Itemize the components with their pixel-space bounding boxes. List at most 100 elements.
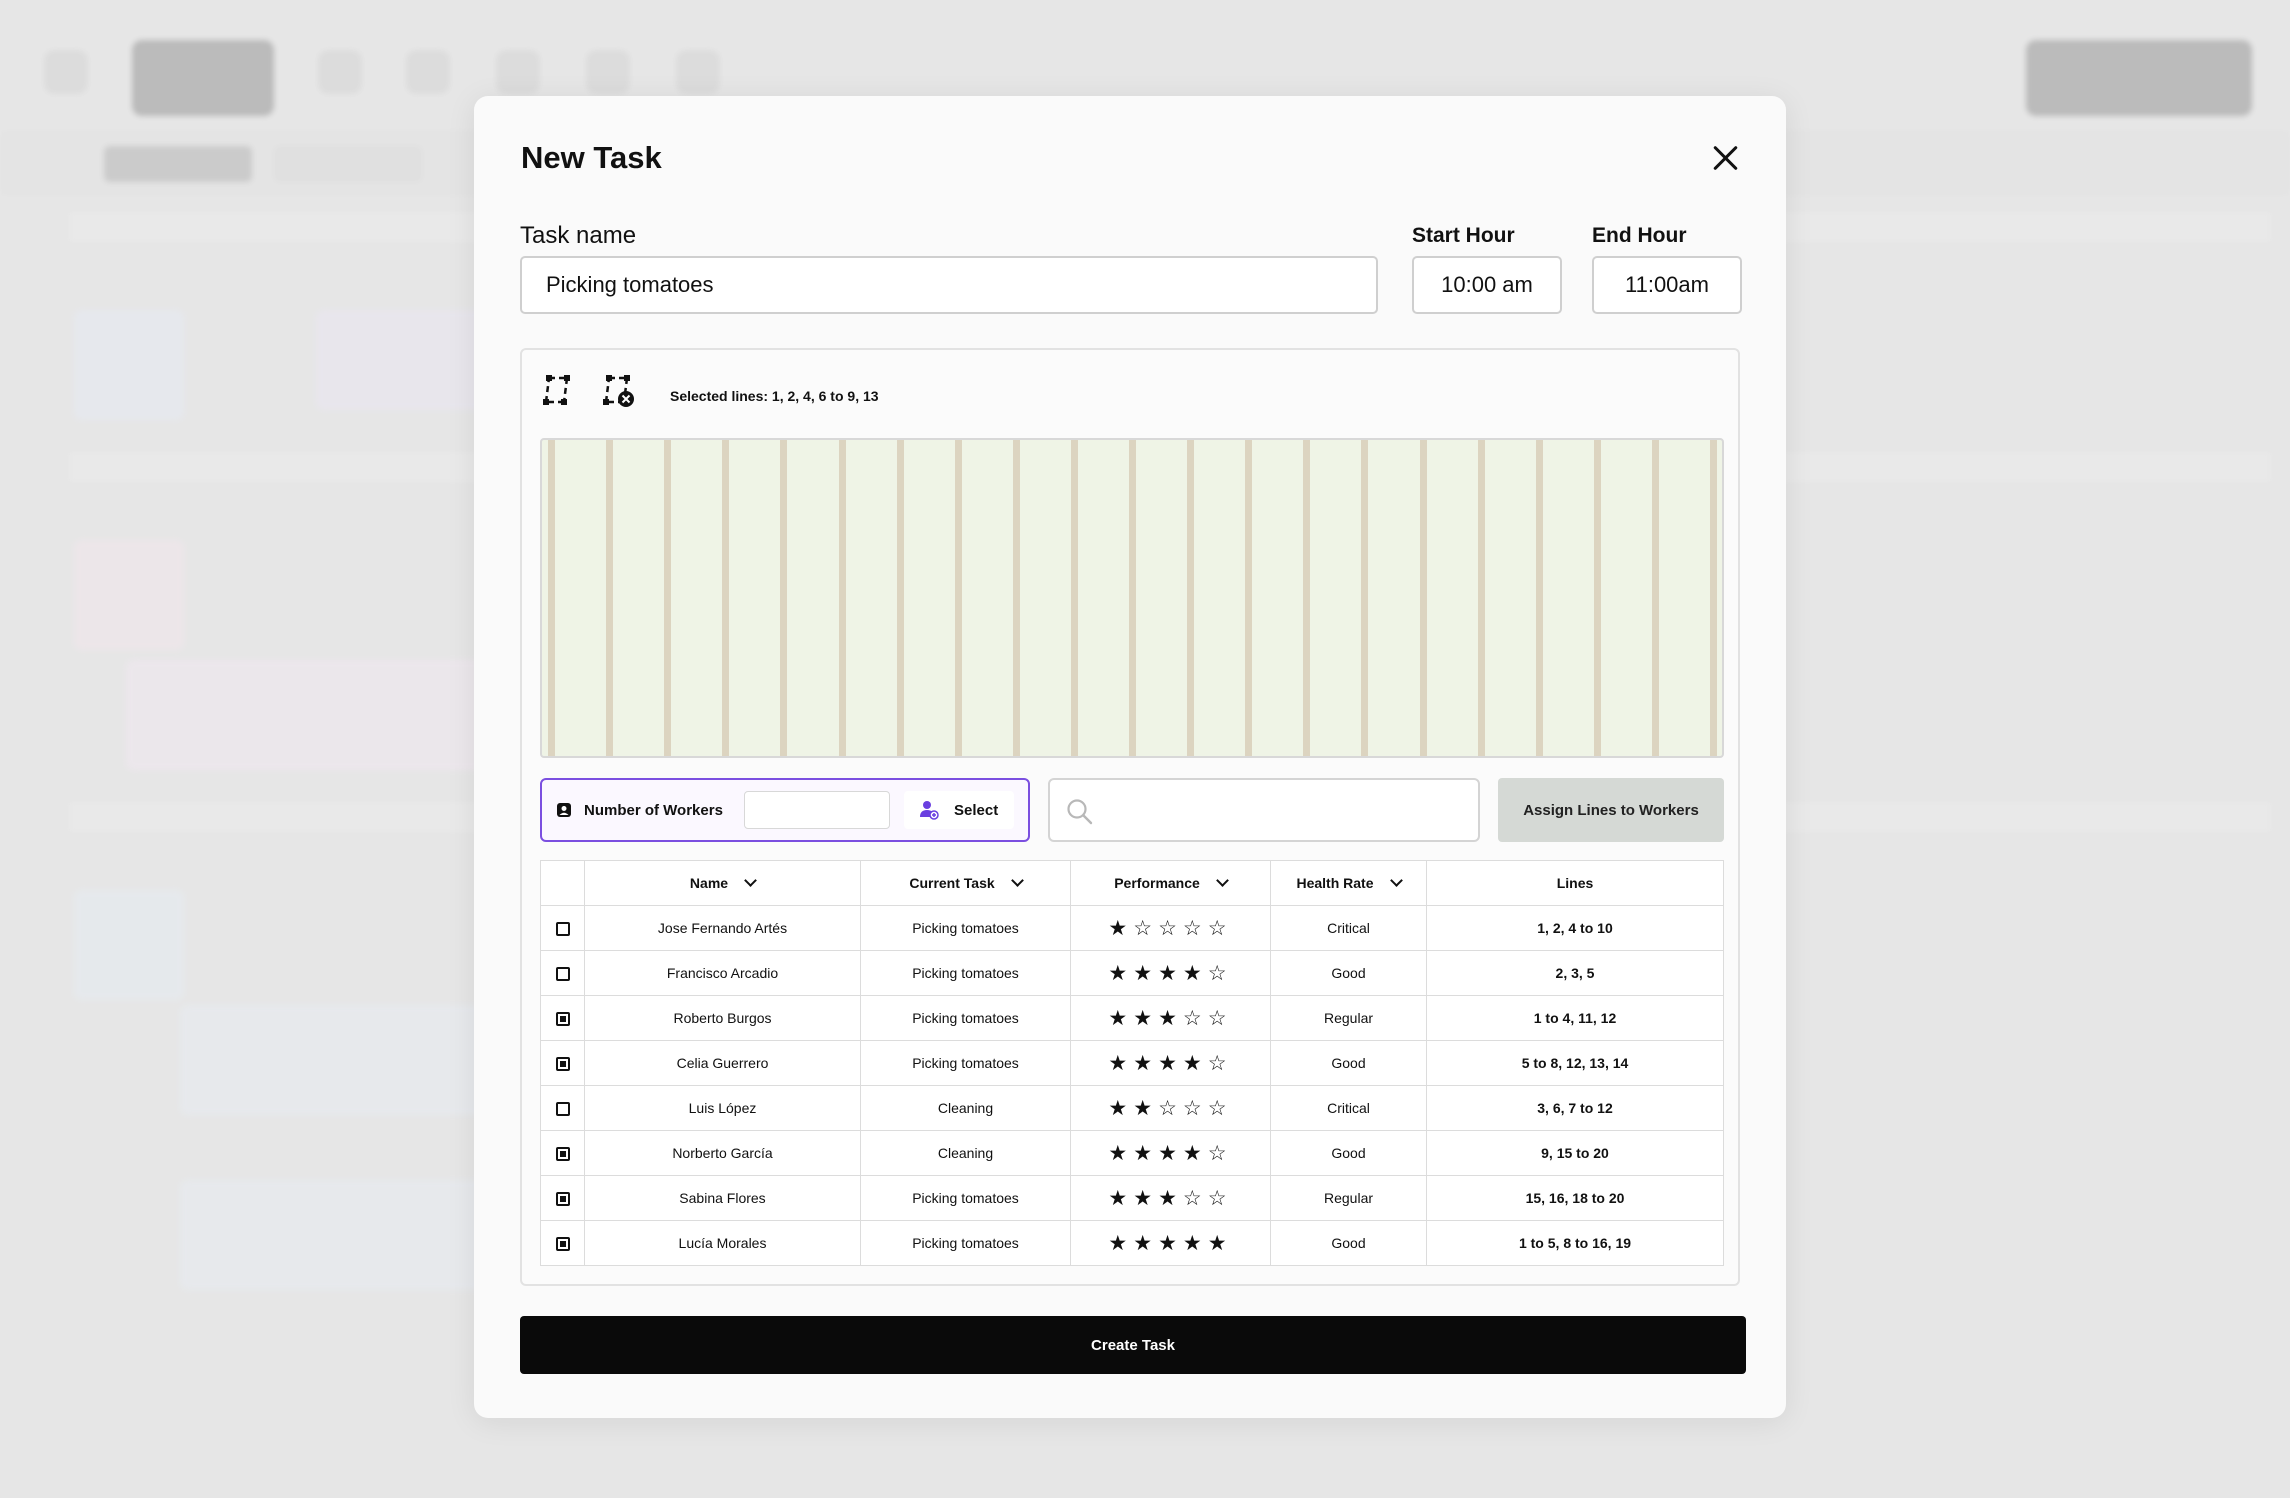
star-filled-icon: ★: [1182, 961, 1208, 985]
select-workers-button[interactable]: Select: [904, 791, 1014, 829]
create-task-button[interactable]: Create Task: [520, 1316, 1746, 1374]
health-rate: Critical: [1270, 905, 1427, 951]
star-filled-icon: ★: [1182, 1141, 1208, 1165]
field-line[interactable]: [1361, 440, 1369, 756]
field-line[interactable]: [1245, 440, 1253, 756]
field-line[interactable]: [548, 440, 555, 756]
worker-name: Celia Guerrero: [584, 1040, 861, 1086]
deselect-lines-icon[interactable]: [600, 372, 636, 408]
star-empty-icon: ☆: [1207, 1096, 1233, 1120]
field-line[interactable]: [1477, 440, 1485, 756]
assign-lines-button[interactable]: Assign Lines to Workers: [1498, 778, 1724, 842]
field-lines-map[interactable]: [540, 438, 1724, 758]
field-line[interactable]: [1710, 440, 1717, 756]
search-input[interactable]: [1048, 778, 1480, 842]
chevron-down-icon[interactable]: [1215, 874, 1229, 887]
field-line[interactable]: [896, 440, 904, 756]
number-of-workers-box: Number of Workers Select: [540, 778, 1030, 842]
row-checkbox[interactable]: [555, 1057, 570, 1072]
worker-lines: 1, 2, 4 to 10: [1426, 905, 1724, 951]
modal-title: New Task: [521, 140, 662, 175]
row-checkbox[interactable]: [555, 1102, 570, 1117]
chevron-down-icon[interactable]: [1389, 874, 1403, 887]
table-row[interactable]: Jose Fernando Artés Picking tomatoes ★☆☆☆☆…: [540, 905, 1724, 951]
column-header-lines-label: Lines: [1556, 875, 1594, 891]
star-filled-icon: ★: [1158, 1186, 1183, 1210]
performance-stars: ★★☆☆☆: [1070, 1085, 1271, 1131]
field-line[interactable]: [1593, 440, 1601, 756]
star-filled-icon: ★: [1133, 1141, 1159, 1165]
chevron-down-icon[interactable]: [744, 874, 757, 887]
field-line[interactable]: [1070, 440, 1078, 756]
worker-lines: 15, 16, 18 to 20: [1426, 1175, 1724, 1221]
task-name-label: Task name: [520, 222, 637, 249]
row-checkbox[interactable]: [555, 1192, 570, 1207]
row-checkbox[interactable]: [555, 1147, 570, 1162]
column-header-current-task[interactable]: Current Task: [860, 860, 1071, 906]
star-empty-icon: ☆: [1182, 916, 1208, 940]
table-row[interactable]: Sabina Flores Picking tomatoes ★★★☆☆ Regula…: [540, 1175, 1724, 1221]
performance-stars: ★☆☆☆☆: [1070, 905, 1271, 951]
performance-stars: ★★★☆☆: [1070, 1175, 1271, 1221]
field-line[interactable]: [954, 440, 962, 756]
field-line[interactable]: [1012, 440, 1020, 756]
field-line[interactable]: [722, 440, 730, 756]
star-filled-icon: ★: [1133, 1006, 1159, 1030]
health-rate: Regular: [1270, 1175, 1427, 1221]
health-rate: Regular: [1270, 995, 1427, 1041]
field-line[interactable]: [606, 440, 614, 756]
column-header-performance[interactable]: Performance: [1070, 860, 1271, 906]
close-icon[interactable]: [1708, 140, 1744, 176]
field-line[interactable]: [838, 440, 846, 756]
worker-task: Picking tomatoes: [860, 905, 1071, 951]
column-header-health-rate-label: Health Rate: [1296, 875, 1374, 891]
number-of-workers-input[interactable]: [744, 791, 890, 829]
performance-stars: ★★★☆☆: [1070, 995, 1271, 1041]
star-filled-icon: ★: [1108, 1051, 1134, 1075]
star-filled-icon: ★: [1158, 1006, 1183, 1030]
worker-task: Picking tomatoes: [860, 995, 1071, 1041]
health-rate: Critical: [1270, 1085, 1427, 1131]
row-checkbox[interactable]: [555, 922, 570, 937]
worker-task: Picking tomatoes: [860, 1175, 1071, 1221]
table-row[interactable]: Francisco Arcadio Picking tomatoes ★★★★☆ Go…: [540, 950, 1724, 996]
star-empty-icon: ☆: [1207, 961, 1233, 985]
table-row[interactable]: Roberto Burgos Picking tomatoes ★★★☆☆ Regul…: [540, 995, 1724, 1041]
worker-name: Roberto Burgos: [584, 995, 861, 1041]
column-header-name[interactable]: Name: [584, 860, 861, 906]
field-line[interactable]: [664, 440, 672, 756]
row-checkbox[interactable]: [555, 1012, 570, 1027]
field-line[interactable]: [1303, 440, 1311, 756]
start-hour-label: Start Hour: [1412, 224, 1515, 247]
star-empty-icon: ☆: [1207, 1051, 1233, 1075]
task-name-value: Picking tomatoes: [546, 272, 714, 297]
field-line[interactable]: [1651, 440, 1659, 756]
column-header-health-rate[interactable]: Health Rate: [1270, 860, 1427, 906]
field-line[interactable]: [780, 440, 788, 756]
star-filled-icon: ★: [1108, 1096, 1134, 1120]
field-line[interactable]: [1535, 440, 1543, 756]
column-header-lines: Lines: [1426, 860, 1724, 906]
new-task-modal: New Task Task name Picking tomatoes Star…: [474, 96, 1786, 1418]
select-lines-icon[interactable]: [540, 372, 576, 408]
performance-stars: ★★★★☆: [1070, 1130, 1271, 1176]
field-line[interactable]: [1129, 440, 1136, 756]
table-row[interactable]: Norberto García Cleaning ★★★★☆ Good 9, 15 to…: [540, 1130, 1724, 1176]
end-hour-input[interactable]: 11:00am: [1592, 256, 1742, 314]
field-line[interactable]: [1419, 440, 1427, 756]
worker-name: Sabina Flores: [584, 1175, 861, 1221]
row-checkbox[interactable]: [555, 967, 570, 982]
worker-lines: 1 to 5, 8 to 16, 19: [1426, 1220, 1724, 1266]
row-checkbox[interactable]: [555, 1237, 570, 1252]
table-row[interactable]: Celia Guerrero Picking tomatoes ★★★★☆ Good 5…: [540, 1040, 1724, 1086]
field-line[interactable]: [1187, 440, 1195, 756]
start-hour-input[interactable]: 10:00 am: [1412, 256, 1562, 314]
table-row[interactable]: Lucía Morales Picking tomatoes ★★★★★ Good 1 …: [540, 1220, 1724, 1266]
star-filled-icon: ★: [1133, 961, 1159, 985]
worker-lines: 3, 6, 7 to 12: [1426, 1085, 1724, 1131]
chevron-down-icon[interactable]: [1010, 874, 1024, 887]
star-filled-icon: ★: [1182, 1231, 1208, 1255]
task-name-input[interactable]: Picking tomatoes: [520, 256, 1378, 314]
table-row[interactable]: Luis López Cleaning ★★☆☆☆ Critical 3, 6, 7 t…: [540, 1085, 1724, 1131]
star-filled-icon: ★: [1108, 1231, 1134, 1255]
